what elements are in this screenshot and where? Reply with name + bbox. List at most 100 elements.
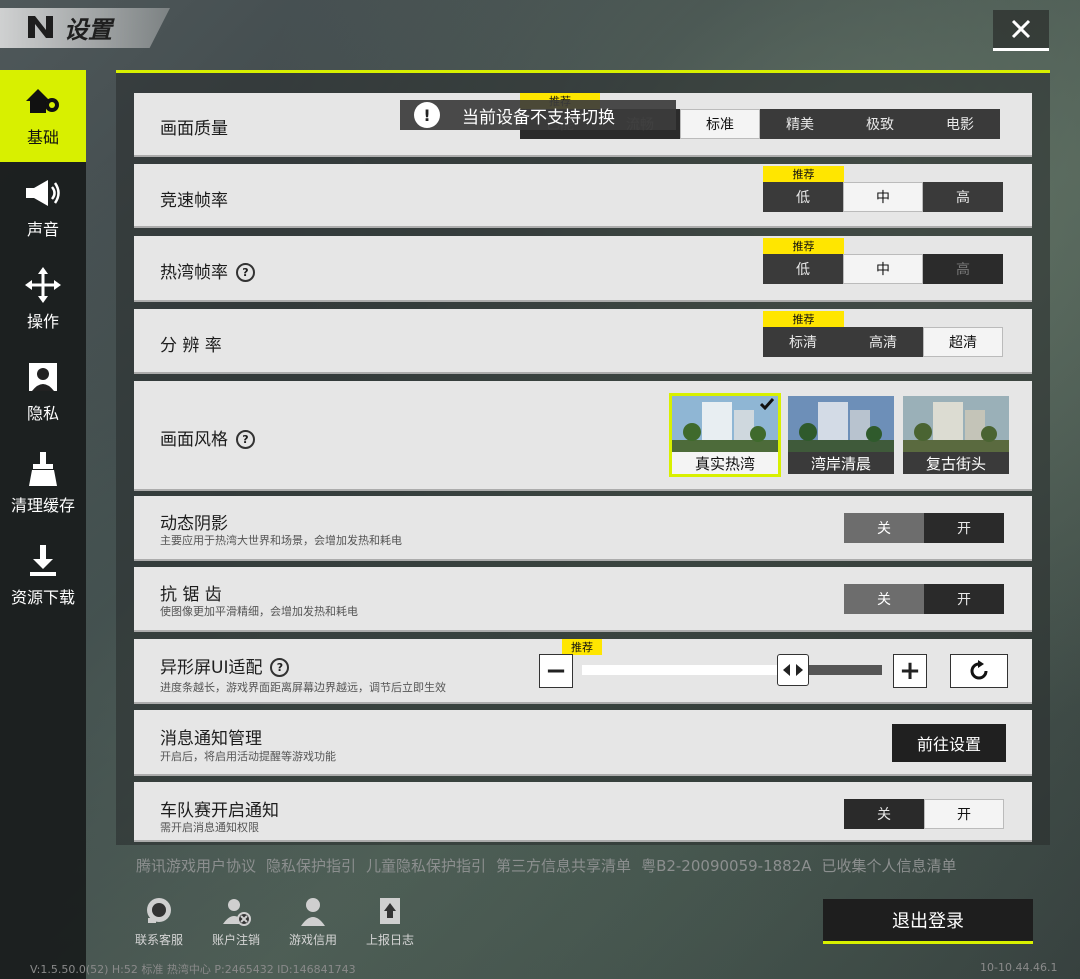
style-option-morning[interactable]: 湾岸清晨 (788, 396, 894, 474)
close-button[interactable] (993, 10, 1049, 51)
quality-option[interactable]: 极致 (840, 109, 920, 139)
help-icon[interactable]: ? (236, 263, 255, 282)
sidebar-item-privacy[interactable]: 隐私 (0, 346, 86, 438)
sidebar-item-controls[interactable]: 操作 (0, 254, 86, 346)
style-option-realistic[interactable]: 真实热湾 (669, 393, 781, 477)
resolution-selector: 标清 高清 超清 (763, 327, 1003, 357)
link-third-party[interactable]: 第三方信息共享清单 (496, 857, 631, 875)
sidebar-item-label: 操作 (26, 312, 59, 331)
notch-slider-track[interactable] (582, 654, 882, 686)
download-icon (23, 544, 63, 578)
upload-log-button[interactable]: 上报日志 (362, 896, 418, 948)
setting-row-team-notify: 车队赛开启通知 需开启消息通知权限 关 开 (134, 782, 1032, 842)
sidebar-item-label: 声音 (26, 220, 59, 239)
setting-description: 开启后，将启用活动提醒等游戏功能 (160, 750, 336, 763)
setting-row-notch: 异形屏UI适配? 进度条越长，游戏界面距离屏幕边界越远，调节后立即生效 推荐 −… (134, 639, 1032, 704)
sidebar-item-basic[interactable]: 基础 (0, 70, 86, 162)
fps-option[interactable]: 高 (923, 182, 1003, 212)
link-user-agreement[interactable]: 腾讯游戏用户协议 (136, 857, 256, 875)
toggle-on[interactable]: 开 (924, 584, 1004, 614)
checkmark-icon (760, 398, 774, 410)
setting-label: 竞速帧率 (160, 191, 228, 211)
sidebar-item-clear-cache[interactable]: 清理缓存 (0, 438, 86, 530)
resolution-option[interactable]: 高清 (843, 327, 923, 357)
team-notify-toggle: 关 开 (844, 799, 1004, 829)
toggle-on[interactable]: 开 (924, 513, 1004, 543)
setting-row-resolution: 分 辨 率 推荐 标清 高清 超清 (134, 309, 1032, 374)
resolution-option-selected[interactable]: 超清 (923, 327, 1003, 357)
toggle-off[interactable]: 关 (844, 799, 924, 829)
fps-option[interactable]: 低 (763, 254, 843, 284)
sidebar-item-label: 隐私 (26, 404, 59, 423)
style-preview-image (903, 396, 1009, 452)
fps-option[interactable]: 低 (763, 182, 843, 212)
logout-button[interactable]: 退出登录 (823, 899, 1033, 944)
sidebar-item-label: 基础 (26, 128, 59, 147)
support-button[interactable]: 联系客服 (131, 896, 187, 948)
setting-row-notification: 消息通知管理 开启后，将启用活动提醒等游戏功能 前往设置 (134, 710, 1032, 776)
setting-description: 进度条越长，游戏界面距离屏幕边界越远，调节后立即生效 (160, 681, 446, 694)
style-caption: 湾岸清晨 (788, 452, 894, 474)
version-info: V:1.5.50.0(52) H:52 标准 热湾中心 P:2465432 ID… (30, 963, 356, 976)
account-cancel-button[interactable]: 账户注销 (208, 896, 264, 948)
setting-label-text: 异形屏UI适配 (160, 658, 263, 678)
upload-log-icon (380, 898, 400, 924)
recommend-badge: 推荐 (763, 166, 844, 182)
setting-label: 热湾帧率? (160, 258, 255, 283)
sidebar-item-download[interactable]: 资源下载 (0, 530, 86, 622)
fps-option-selected[interactable]: 中 (843, 182, 923, 212)
game-logo-icon (28, 16, 53, 38)
unsupported-toast: ! 当前设备不支持切换 (400, 100, 676, 130)
help-icon[interactable]: ? (270, 658, 290, 677)
setting-label: 画面质量 (160, 119, 228, 139)
sidebar-item-label: 清理缓存 (10, 496, 75, 515)
link-child-privacy[interactable]: 儿童隐私保护指引 (366, 857, 486, 875)
setting-description: 需开启消息通知权限 (160, 821, 259, 834)
setting-label: 抗 锯 齿 (160, 585, 222, 605)
credit-button[interactable]: 游戏信用 (285, 896, 341, 948)
slider-handle[interactable] (777, 654, 809, 686)
broom-icon (23, 452, 63, 486)
home-gear-icon (23, 84, 63, 118)
style-caption: 真实热湾 (672, 452, 778, 474)
resolution-option[interactable]: 标清 (763, 327, 843, 357)
exclamation-icon: ! (414, 102, 440, 128)
close-icon (1011, 19, 1031, 39)
toggle-off[interactable]: 关 (844, 513, 924, 543)
goto-settings-button[interactable]: 前往设置 (892, 724, 1006, 762)
setting-label-text: 热湾帧率 (160, 263, 228, 283)
link-privacy[interactable]: 隐私保护指引 (266, 857, 356, 875)
credit-person-icon (301, 898, 325, 926)
setting-label: 动态阴影 (160, 514, 228, 534)
help-icon[interactable]: ? (236, 430, 255, 449)
decrease-button[interactable]: − (539, 654, 573, 688)
style-option-retro[interactable]: 复古街头 (903, 396, 1009, 474)
setting-label-text: 画面风格 (160, 430, 228, 450)
setting-row-shadow: 动态阴影 主要应用于热湾大世界和场景，会增加发热和耗电 关 开 (134, 496, 1032, 561)
link-collected-info[interactable]: 已收集个人信息清单 (822, 857, 957, 875)
quality-option[interactable]: 电影 (920, 109, 1000, 139)
increase-button[interactable]: + (893, 654, 927, 688)
setting-label: 消息通知管理 (160, 729, 262, 749)
privacy-person-icon (23, 360, 63, 394)
style-caption: 复古街头 (903, 452, 1009, 474)
reset-icon (970, 660, 988, 680)
page-title: 设置 (64, 16, 112, 44)
quality-option-selected[interactable]: 标准 (680, 109, 760, 139)
fps-option[interactable]: 高 (923, 254, 1003, 284)
reset-button[interactable] (950, 654, 1008, 688)
toggle-on[interactable]: 开 (924, 799, 1004, 829)
drag-arrows-icon (783, 664, 803, 676)
quality-option[interactable]: 精美 (760, 109, 840, 139)
footer-button-label: 游戏信用 (288, 933, 337, 947)
recommend-badge: 推荐 (562, 639, 602, 655)
toggle-off[interactable]: 关 (844, 584, 924, 614)
link-license[interactable]: 粤B2-20090059-1882A (641, 857, 811, 875)
fps-option-selected[interactable]: 中 (843, 254, 923, 284)
setting-description: 主要应用于热湾大世界和场景，会增加发热和耗电 (160, 534, 402, 547)
sidebar-item-sound[interactable]: 声音 (0, 162, 86, 254)
footer-button-label: 账户注销 (211, 933, 260, 947)
notch-slider-fill (582, 665, 792, 675)
megaphone-icon (23, 176, 63, 210)
setting-label: 画面风格? (160, 425, 255, 450)
